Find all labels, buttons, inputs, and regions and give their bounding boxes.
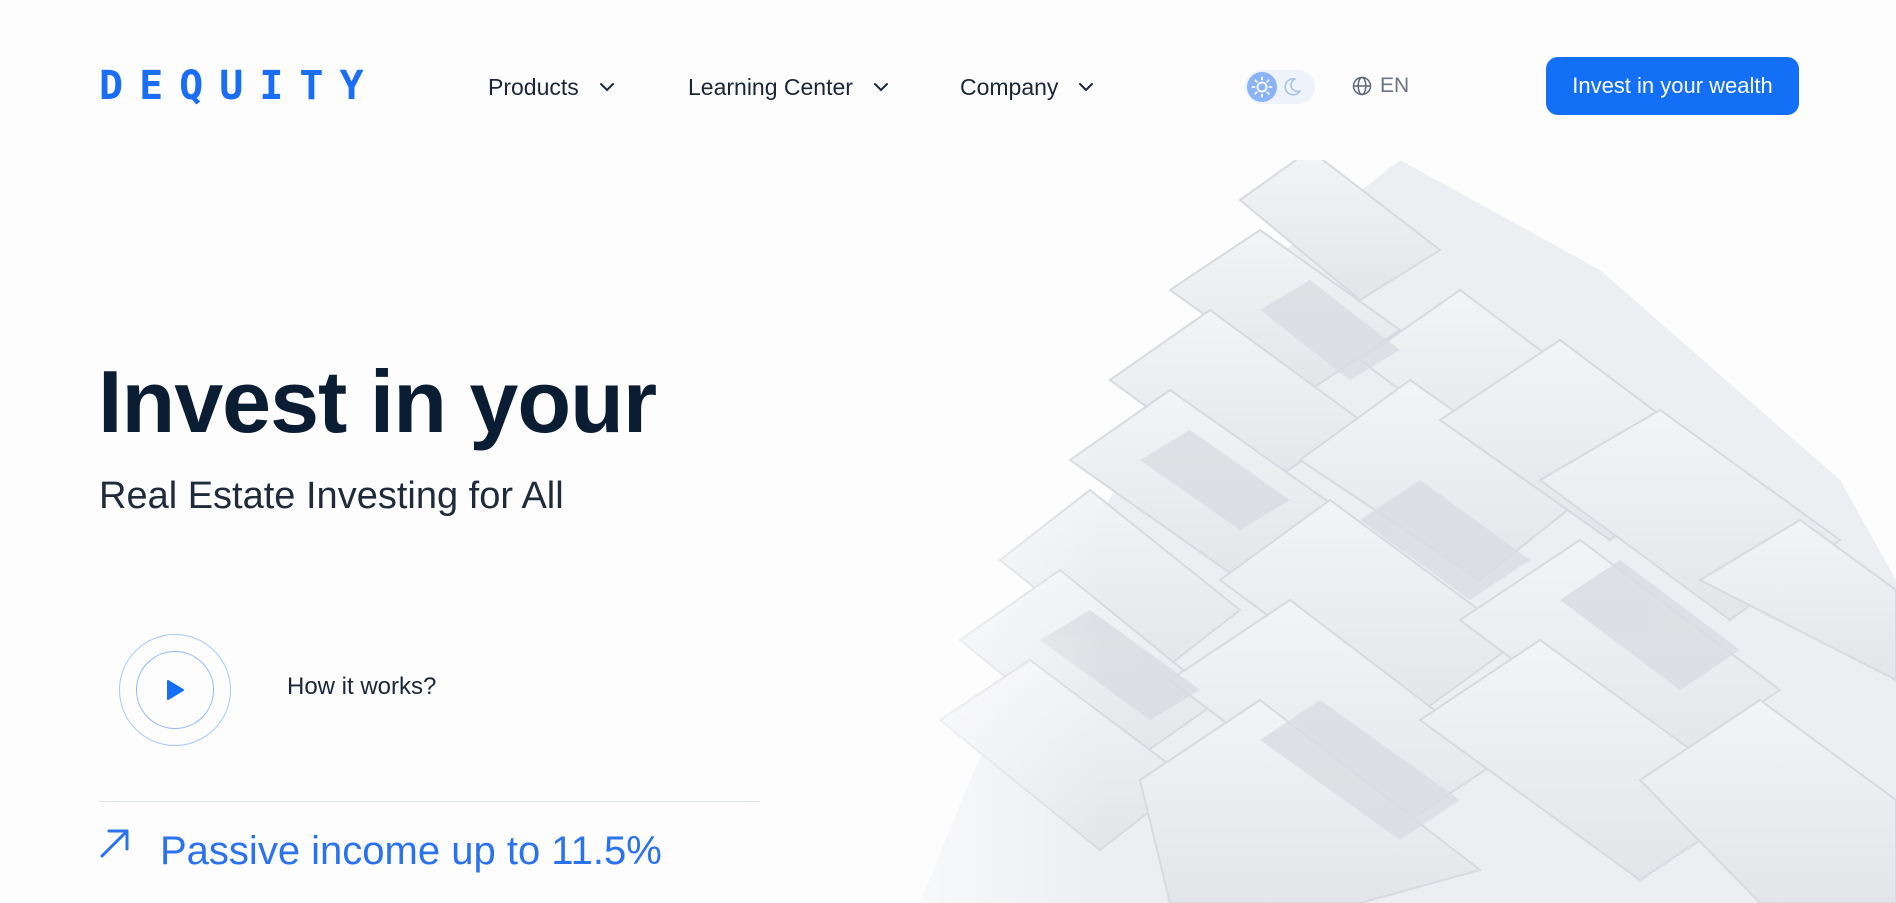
nav-products-label: Products [488,73,579,100]
chevron-down-icon [871,77,891,97]
chevron-down-icon [597,77,617,97]
language-label: EN [1380,74,1410,97]
language-selector[interactable]: EN [1352,74,1409,98]
nav-learning-center[interactable]: Learning Center [688,72,891,102]
nav-company[interactable]: Company [960,72,1096,102]
light-mode-button[interactable] [1247,72,1277,102]
theme-toggle[interactable] [1245,70,1315,104]
moon-icon [1284,78,1301,96]
divider [99,801,759,802]
chevron-down-icon [1076,77,1096,97]
nav-learning-center-label: Learning Center [688,73,853,100]
play-icon [167,680,184,700]
building-illustration [840,160,1896,903]
sun-icon [1251,76,1273,98]
logo[interactable]: DEQUITY [99,63,380,109]
nav-company-label: Company [960,73,1059,100]
how-it-works-link[interactable]: How it works? [287,673,436,701]
arrow-up-right-icon [100,829,129,858]
passive-income-text: Passive income up to 11.5% [160,829,662,873]
play-video-button[interactable] [119,634,231,746]
play-ring-inner [136,651,214,729]
landing-page: DEQUITY Products Learning Center Company [0,0,1896,903]
dark-mode-button[interactable] [1277,72,1307,102]
hero-subtitle: Real Estate Investing for All [99,475,564,517]
site-header: DEQUITY Products Learning Center Company [0,0,1896,170]
logo-text: DEQUITY [99,63,380,109]
nav-products[interactable]: Products [488,72,617,102]
globe-icon [1352,76,1372,96]
hero-title: Invest in your [98,352,657,451]
invest-cta-button[interactable]: Invest in your wealth [1546,57,1799,115]
